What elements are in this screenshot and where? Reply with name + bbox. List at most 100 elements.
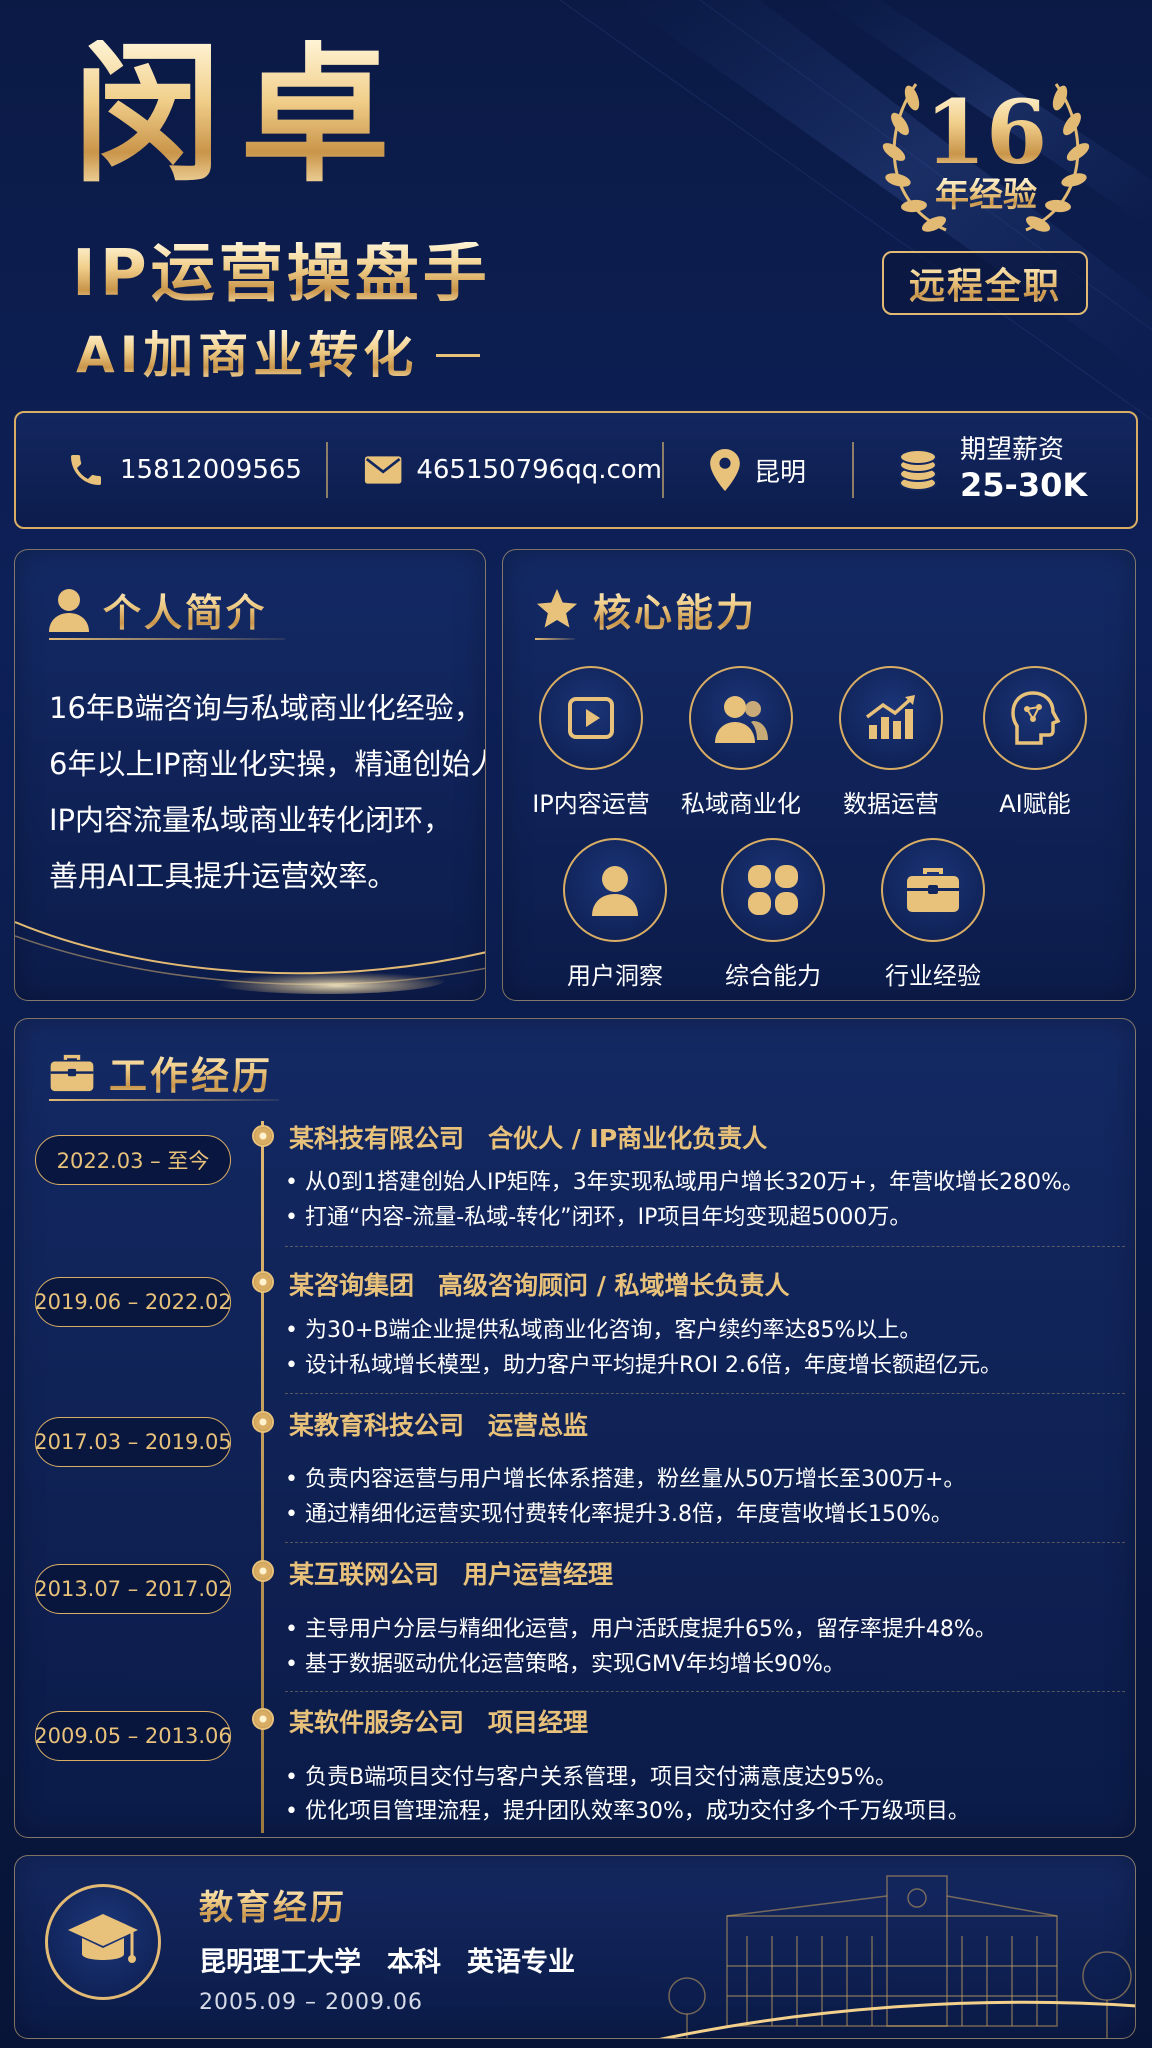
timeline-dot [252,1271,274,1293]
education-dates: 2005.09 – 2009.06 [199,1990,423,2015]
job-title-line1: IP运营操盘手 [72,237,491,311]
job-bullet: • 通过精细化运营实现付费转化率提升3.8倍，年度营收增长150%。 [285,1502,953,1527]
job-role: 运营总监 [488,1411,589,1440]
chart-icon [865,695,915,739]
company-name: 某互联网公司 [289,1560,440,1589]
intro-line: 16年B端咨询与私域商业化经验， [49,691,483,725]
intro-line: 善用AI工具提升运营效率。 [49,859,397,893]
intro-panel: 个人简介 16年B端咨询与私域商业化经验， 6年以上IP商业化实操，精通创始人 … [14,549,486,1001]
star-icon [536,588,578,628]
skills-heading-text: 核心能力 [593,582,757,637]
users-icon [715,696,768,743]
job-bullet: • 优化项目管理流程，提升团队效率30%，成功交付多个千万级项目。 [285,1799,970,1824]
job-title: 某咨询集团 高级咨询顾问 / 私域增长负责人 [289,1266,790,1302]
skill-ip-content: IP内容运营 [521,666,661,819]
glow-swoosh [15,921,485,994]
job-title-line2: AI加商业转化 [76,326,481,384]
email-address: 465150796qq.com [416,455,662,485]
mail-icon [364,456,402,484]
job-role: 用户运营经理 [463,1560,614,1589]
skill-icon-circle [563,838,667,942]
briefcase-icon [907,868,959,912]
heading-underline [49,638,285,640]
job-bullet: • 打通“内容-流量-私域-转化”闭环，IP项目年均变现超5000万。 [285,1205,912,1230]
grid-icon [748,865,798,915]
play-icon [568,697,614,739]
job-bullet: • 为30+B端企业提供私域商业化咨询，客户续约率达85%以上。 [285,1318,922,1343]
skill-icon-circle [983,666,1087,770]
job-bullet: • 从0到1搭建创始人IP矩阵，3年实现私域用户增长320万+，年营收增长280… [285,1170,1085,1195]
skill-label: 数据运营 [843,790,939,818]
experience-badge: 16 年经验 [876,74,1096,244]
skill-icon-circle [721,838,825,942]
skill-ai: AI赋能 [965,666,1105,819]
skill-label: IP内容运营 [532,790,650,818]
experience-years: 16 [876,88,1096,176]
job-divider [285,1691,1125,1692]
skill-private-domain: 私域商业化 [671,666,811,819]
job-title-line2-text: AI加商业转化 [76,326,419,384]
school-name: 昆明理工大学 [199,1947,361,1978]
skills-panel: 核心能力 IP内容运营 私域商业化 数据运营 AI赋能 用户洞察 综合能力 行业… [502,549,1136,1001]
heading-underline [535,638,575,640]
skill-icon-circle [881,838,985,942]
contact-location: 昆明 [710,413,852,527]
intro-line: 6年以上IP商业化实操，精通创始人 [49,747,486,781]
skill-industry: 行业经验 [863,838,1003,991]
contact-phone[interactable]: 15812009565 [66,413,326,527]
job-divider [285,1542,1125,1543]
separator [662,442,664,498]
job-divider [285,1246,1125,1247]
skill-icon-circle [689,666,793,770]
work-heading: 工作经历 [49,1045,273,1100]
job-role: 项目经理 [488,1708,589,1737]
phone-icon [71,455,101,485]
skill-data-ops: 数据运营 [821,666,961,819]
location-text: 昆明 [754,457,807,488]
title-dash [436,353,481,357]
salary-value: 25-30K [960,466,1088,505]
timeline-dot [252,1560,274,1582]
job-bullet: • 主导用户分层与精细化运营，用户活跃度提升65%，留存率提升48%。 [285,1617,997,1642]
company-name: 某咨询集团 [289,1271,415,1300]
work-mode-text: 远程全职 [909,257,1061,309]
degree: 本科 [387,1947,441,1978]
work-heading-text: 工作经历 [109,1045,273,1100]
job-title: 某科技有限公司 合伙人 / IP商业化负责人 [289,1119,767,1155]
company-name: 某软件服务公司 [289,1708,465,1737]
work-panel: 工作经历 2022.03 – 至今 某科技有限公司 合伙人 / IP商业化负责人 … [14,1018,1136,1838]
job-bullet: • 负责B端项目交付与客户关系管理，项目交付满意度达95%。 [285,1765,897,1790]
person-icon [49,588,89,632]
major: 英语专业 [467,1947,575,1978]
timeline-dot [252,1125,274,1147]
work-mode-badge: 远程全职 [882,251,1088,315]
skill-comprehensive: 综合能力 [703,838,843,991]
company-name: 某科技有限公司 [289,1124,465,1153]
skill-label: 私域商业化 [681,790,801,818]
experience-label: 年经验 [876,178,1096,212]
skill-label: 综合能力 [725,962,821,990]
education-panel: 教育经历 昆明理工大学 本科 英语专业 2005.09 – 2009.06 [14,1855,1136,2039]
job-title: 某教育科技公司 运营总监 [289,1406,588,1442]
job-role: 高级咨询顾问 / 私域增长负责人 [438,1271,790,1300]
job-title: 某软件服务公司 项目经理 [289,1703,588,1739]
job-date: 2017.03 – 2019.05 [34,1417,232,1467]
intro-text: 16年B端咨询与私域商业化经验， 6年以上IP商业化实操，精通创始人 IP内容流… [49,680,486,904]
education-detail: 昆明理工大学 本科 英语专业 [199,1940,601,1979]
skills-heading: 核心能力 [535,582,757,637]
separator [326,442,328,498]
skill-icon-circle [839,666,943,770]
job-role: 合伙人 / IP商业化负责人 [488,1124,768,1153]
skill-user-insight: 用户洞察 [545,838,685,991]
intro-heading-text: 个人简介 [103,582,267,637]
job-bullet: • 负责内容运营与用户增长体系搭建，粉丝量从50万增长至300万+。 [285,1467,966,1492]
graduation-cap-icon [68,1914,138,1963]
job-date: 2009.05 – 2013.06 [34,1711,232,1761]
education-heading: 教育经历 [199,1880,347,1929]
salary-label: 期望薪资 [960,435,1065,466]
separator [852,442,854,498]
company-name: 某教育科技公司 [289,1411,465,1440]
skill-icon-circle [539,666,643,770]
contact-email[interactable]: 465150796qq.com [364,413,662,527]
intro-line: IP内容流量私域商业转化闭环， [49,803,453,837]
